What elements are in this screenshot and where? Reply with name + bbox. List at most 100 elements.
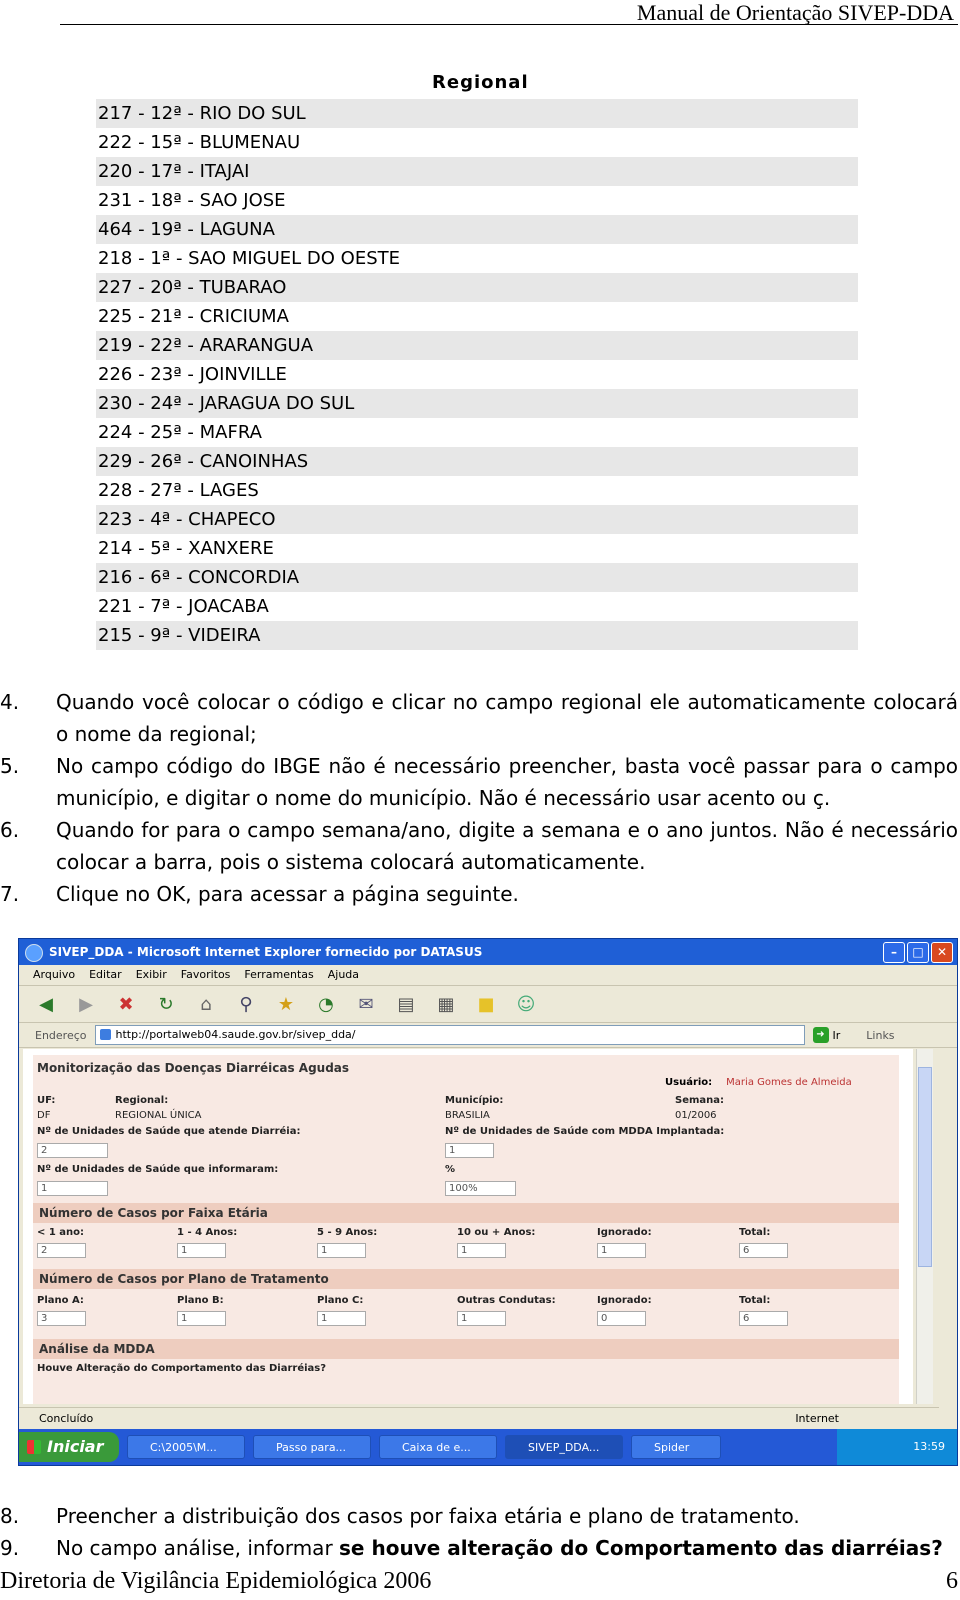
instructions-list-continued: 8. Preencher a distribuição dos casos por… (0, 1500, 958, 1564)
menu-item[interactable]: Arquivo (33, 965, 75, 985)
instruction-item: 5. No campo código do IBGE não é necessár… (0, 750, 958, 814)
field-input[interactable]: 1 (317, 1311, 366, 1326)
percent-field: 100% (445, 1181, 516, 1196)
print-icon[interactable]: ▤ (393, 991, 419, 1017)
scroll-thumb[interactable] (918, 1067, 932, 1267)
semana-value: 01/2006 (675, 1110, 717, 1121)
field-input[interactable]: 1 (457, 1311, 506, 1326)
field-input[interactable]: 6 (739, 1243, 788, 1258)
analysis-section-header: Análise da MDDA (33, 1339, 899, 1359)
forward-icon[interactable]: ▶ (73, 991, 99, 1017)
regional-row: 214 - 5ª - XANXERE (98, 538, 274, 559)
discuss-icon[interactable]: ■ (473, 991, 499, 1017)
menu-item[interactable]: Favoritos (181, 965, 231, 985)
close-button[interactable]: ✕ (931, 942, 953, 963)
step-number: 6. (0, 818, 20, 842)
regional-row: 220 - 17ª - ITAJAI (96, 157, 858, 186)
regional-row: 229 - 26ª - CANOINHAS (96, 447, 858, 476)
messenger-icon[interactable]: ☺ (513, 991, 539, 1017)
field-label: Ignorado: (597, 1227, 652, 1238)
regional-row: 217 - 12ª - RIO DO SUL (96, 99, 858, 128)
field-input[interactable]: 3 (37, 1311, 86, 1326)
page-header: Manual de Orientação SIVEP-DDA (60, 0, 958, 25)
go-label: Ir (832, 1028, 841, 1042)
taskbar-item[interactable]: C:\2005\M... (127, 1435, 245, 1459)
browser-screenshot: SIVEP_DDA - Microsoft Internet Explorer … (18, 938, 958, 1466)
go-button[interactable]: ➜ Ir (812, 1027, 841, 1043)
step-text: No campo código do IBGE não é necessário… (56, 754, 958, 810)
field-input[interactable]: 0 (597, 1311, 646, 1326)
regional-row: 226 - 23ª - JOINVILLE (98, 364, 287, 385)
step-text: Quando for para o campo semana/ano, digi… (56, 818, 958, 874)
menu-item[interactable]: Ajuda (328, 965, 359, 985)
step-number: 5. (0, 754, 20, 778)
uf-label: UF: (37, 1095, 56, 1106)
field-input[interactable]: 6 (739, 1311, 788, 1326)
ie-icon (25, 944, 43, 962)
status-text: Concluído (39, 1411, 94, 1425)
taskbar-item[interactable]: SIVEP_DDA... (505, 1435, 623, 1459)
links-label[interactable]: Links (866, 1029, 894, 1042)
regional-value: REGIONAL ÚNICA (115, 1110, 202, 1121)
units-attend-field[interactable]: 2 (37, 1143, 108, 1158)
regional-row: 222 - 15ª - BLUMENAU (98, 132, 301, 153)
page-number: 6 (946, 1568, 958, 1594)
regional-heading: Regional (432, 72, 529, 93)
windows-taskbar: Iniciar C:\2005\M... Passo para... Caixa… (19, 1429, 957, 1465)
taskbar-item[interactable]: Spider (631, 1435, 721, 1459)
field-input[interactable]: 1 (177, 1243, 226, 1258)
page-content: Monitorização das Doenças Diarréicas Agu… (23, 1049, 913, 1404)
regional-row: 215 - 9ª - VIDEIRA (96, 621, 858, 650)
field-input[interactable]: 1 (457, 1243, 506, 1258)
regional-label: Regional: (115, 1095, 169, 1106)
footer-text: Diretoria de Vigilância Epidemiológica 2… (0, 1568, 432, 1594)
regional-row: 230 - 24ª - JARAGUA DO SUL (96, 389, 858, 418)
step-number: 9. (0, 1536, 20, 1560)
menu-item[interactable]: Editar (89, 965, 122, 985)
units-inform-field[interactable]: 1 (37, 1181, 108, 1196)
field-label: Total: (739, 1227, 771, 1238)
vertical-scrollbar[interactable] (916, 1049, 933, 1404)
address-input[interactable]: http://portalweb04.saude.gov.br/sivep_dd… (94, 1025, 805, 1045)
field-input[interactable]: 1 (597, 1243, 646, 1258)
system-tray-clock: 13:59 (837, 1429, 957, 1465)
minimize-button[interactable]: – (883, 942, 905, 963)
back-icon[interactable]: ◀ (33, 991, 59, 1017)
history-icon[interactable]: ◔ (313, 991, 339, 1017)
regional-row: 227 - 20ª - TUBARAO (96, 273, 858, 302)
refresh-icon[interactable]: ↻ (153, 991, 179, 1017)
internet-zone: Internet (795, 1411, 839, 1425)
regional-row: 223 - 4ª - CHAPECO (96, 505, 858, 534)
step-text: Clique no OK, para acessar a página segu… (56, 882, 519, 906)
taskbar-item[interactable]: Caixa de e... (379, 1435, 497, 1459)
units-mdda-field[interactable]: 1 (445, 1143, 494, 1158)
field-label: Ignorado: (597, 1295, 652, 1306)
menu-item[interactable]: Ferramentas (244, 965, 313, 985)
mail-icon[interactable]: ✉ (353, 991, 379, 1017)
maximize-button[interactable]: □ (907, 942, 929, 963)
field-input[interactable]: 1 (177, 1311, 226, 1326)
field-input[interactable]: 1 (317, 1243, 366, 1258)
field-input[interactable]: 2 (37, 1243, 86, 1258)
menu-item[interactable]: Exibir (136, 965, 167, 985)
field-label: 5 - 9 Anos: (317, 1227, 378, 1238)
start-button[interactable]: Iniciar (19, 1432, 119, 1462)
step-number: 7. (0, 882, 20, 906)
menu-bar: Arquivo Editar Exibir Favoritos Ferramen… (19, 965, 957, 986)
instruction-item: 8. Preencher a distribuição dos casos por… (0, 1500, 958, 1532)
home-icon[interactable]: ⌂ (193, 991, 219, 1017)
field-label: 1 - 4 Anos: (177, 1227, 238, 1238)
edit-icon[interactable]: ▦ (433, 991, 459, 1017)
taskbar-item[interactable]: Passo para... (253, 1435, 371, 1459)
step-text-bold: se houve alteração do Comportamento das … (339, 1536, 943, 1560)
units-inform-label: Nº de Unidades de Saúde que informaram: (37, 1164, 279, 1175)
user-info: Usuário: Maria Gomes de Almeida (665, 1077, 852, 1088)
favorites-icon[interactable]: ★ (273, 991, 299, 1017)
field-label: Plano C: (317, 1295, 364, 1306)
regional-row: 228 - 27ª - LAGES (98, 480, 259, 501)
instructions-list: 4. Quando você colocar o código e clicar … (0, 686, 958, 910)
search-icon[interactable]: ⚲ (233, 991, 259, 1017)
stop-icon[interactable]: ✖ (113, 991, 139, 1017)
regional-row: 218 - 1ª - SAO MIGUEL DO OESTE (98, 248, 400, 269)
instruction-item: 4. Quando você colocar o código e clicar … (0, 686, 958, 750)
